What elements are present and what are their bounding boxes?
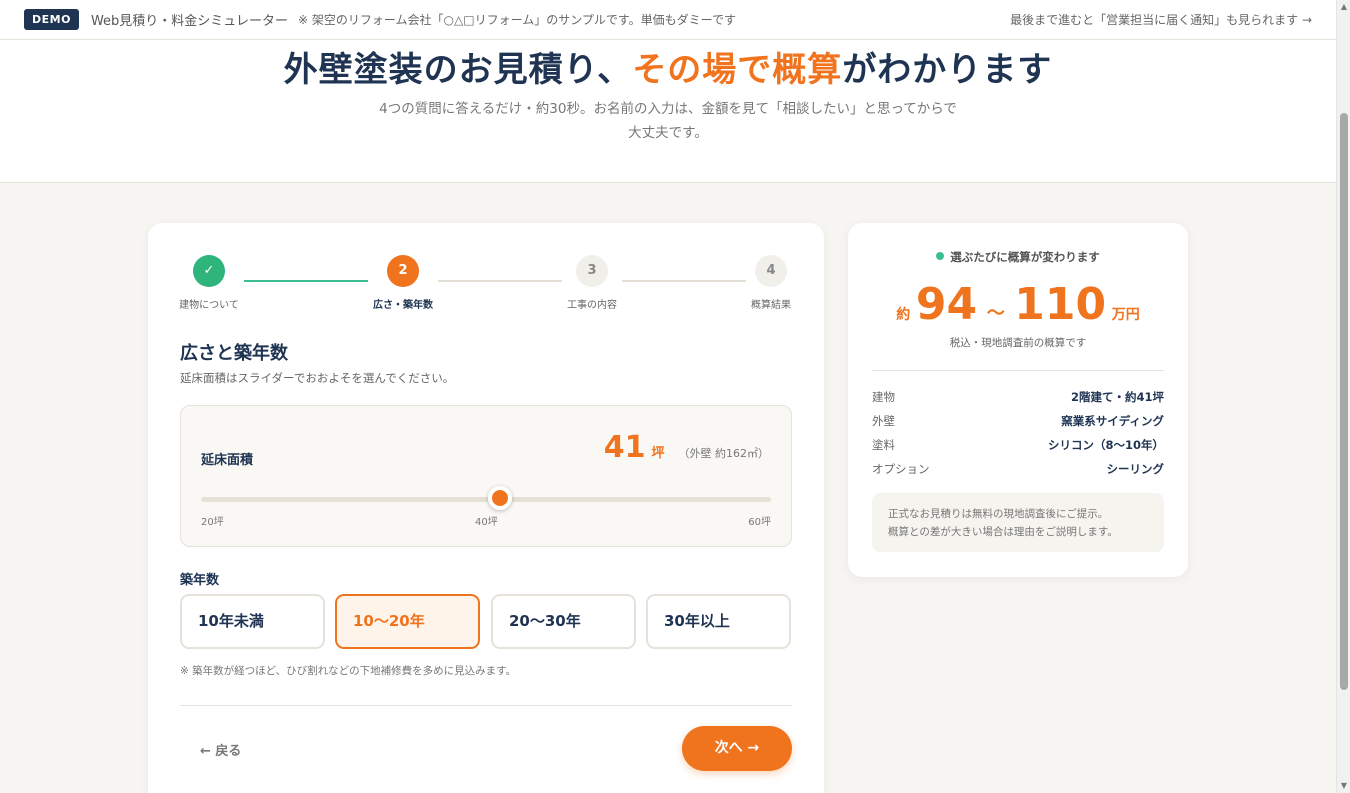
summary-value: シーリング [1106,462,1165,476]
top-bar: DEMO Web見積り・料金シミュレーター ※ 架空のリフォーム会社「○△□リフ… [0,0,1336,40]
summary-key: 塗料 [872,438,895,452]
wall-area-note: （外壁 約162㎡） [678,447,770,460]
back-button[interactable]: ← 戻る [200,740,241,759]
divider [872,370,1164,371]
scrollbar-thumb[interactable] [1340,113,1348,690]
price-unit: 万円 [1111,307,1140,323]
page-subtitle: 4つの質問に答えるだけ・約30秒。お名前の入力は、金額を見て「相談したい」と思っ… [379,101,957,141]
divider [180,705,792,706]
estimate-form-card: ✓ 建物について 2 広さ・築年数 3 工事の内容 4 概算結果 広さと築年数 … [148,223,824,793]
title-part-1: 外壁塗装のお見積り、 [283,50,633,90]
slider-label: 延床面積 [201,453,254,468]
demo-badge: DEMO [24,9,79,30]
age-option-10-20[interactable]: 10〜20年 [335,594,480,649]
slider-value-display: 41 坪 （外壁 約162㎡） [604,430,769,465]
slider-max-label: 60坪 [748,517,771,528]
summary-row: 建物 2階建て・約41坪 [872,389,1164,409]
slider-value: 41 [603,430,646,465]
price-low: 94 [915,279,978,330]
step-4-label: 概算結果 [751,300,791,311]
age-option-20-30[interactable]: 20〜30年 [491,594,636,649]
age-option-under-10[interactable]: 10年未満 [180,594,325,649]
price-note: 税込・現地調査前の概算です [949,337,1087,349]
step-1-label: 建物について [179,300,239,311]
scroll-up-icon[interactable]: ▲ [1337,0,1350,14]
page-title: 外壁塗装のお見積り、その場で概算がわかります [0,42,1336,91]
summary-row: 塗料 シリコン（8〜10年） [872,437,1164,457]
live-update-label: 選ぶたびに概算が変わります [950,250,1100,264]
demo-note: ※ 架空のリフォーム会社「○△□リフォーム」のサンプルです。単価もダミーです [298,13,736,27]
slider-handle[interactable] [488,486,512,510]
title-accent: その場で概算 [632,50,843,90]
price-prefix: 約 [896,307,911,323]
estimate-price: 約 94 〜 110 万円 [848,279,1188,330]
scroll-down-icon[interactable]: ▼ [1337,779,1350,793]
disclaimer-line: 概算との差が大きい場合は理由をご説明します。 [888,526,1118,538]
notification-preview-link[interactable]: 最後まで進むと「営業担当に届く通知」も見られます → [1010,11,1312,28]
title-part-2: がわかります [842,50,1053,90]
age-note: ※ 築年数が経つほど、ひび割れなどの下地補修費を多めに見込みます。 [180,665,517,677]
disclaimer-line: 正式なお見積りは無料の現地調査後にご提示。 [888,508,1109,520]
hero-section: 外壁塗装のお見積り、その場で概算がわかります 4つの質問に答えるだけ・約30秒。… [0,40,1336,183]
floor-area-slider-box: 延床面積 41 坪 （外壁 約162㎡） 20坪 40坪 60坪 [180,405,792,547]
live-update-indicator: 選ぶたびに概算が変わります [848,249,1188,265]
step-2-number: 2 [387,255,419,287]
summary-key: オプション [872,462,930,476]
price-high: 110 [1014,279,1107,330]
summary-value: シリコン（8〜10年） [1047,438,1164,452]
summary-row: 外壁 窯業系サイディング [872,413,1164,433]
slider-unit: 坪 [651,446,665,461]
step-connector [438,280,562,282]
live-dot-icon [936,252,945,260]
step-connector [622,280,746,282]
price-tilde: 〜 [986,303,1005,324]
step-1-check-icon: ✓ [193,255,225,287]
slider-min-label: 20坪 [201,517,224,528]
step-2-label: 広さ・築年数 [373,300,433,311]
disclaimer-box: 正式なお見積りは無料の現地調査後にご提示。 概算との差が大きい場合は理由をご説明… [872,493,1164,552]
slider-track[interactable] [201,497,771,502]
app-title: Web見積り・料金シミュレーター [90,14,289,29]
step-3-number: 3 [576,255,608,287]
summary-row: オプション シーリング [872,461,1164,481]
summary-key: 建物 [872,390,895,404]
summary-key: 外壁 [872,414,895,428]
next-button[interactable]: 次へ → [682,726,792,771]
section-title: 広さと築年数 [180,343,288,364]
step-4-number: 4 [755,255,787,287]
step-3-label: 工事の内容 [567,300,617,311]
building-age-label: 築年数 [180,573,220,588]
summary-value: 2階建て・約41坪 [1070,390,1164,404]
slider-mid-label: 40坪 [475,517,498,528]
section-description: 延床面積はスライダーでおおよそを選んでください。 [180,371,455,385]
step-indicator: ✓ 建物について 2 広さ・築年数 3 工事の内容 4 概算結果 [148,223,824,313]
summary-value: 窯業系サイディング [1061,414,1164,428]
step-connector [244,280,368,282]
age-option-over-30[interactable]: 30年以上 [646,594,791,649]
estimate-summary-card: 選ぶたびに概算が変わります 約 94 〜 110 万円 税込・現地調査前の概算で… [848,223,1188,577]
scrollbar[interactable]: ▲ ▼ [1336,0,1350,793]
